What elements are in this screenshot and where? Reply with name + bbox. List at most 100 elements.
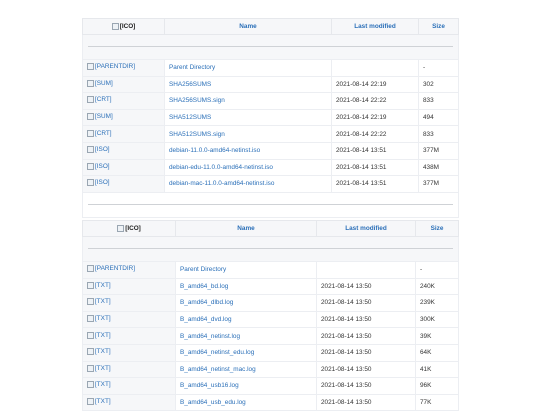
file-name-cell: B_amd64_usb_edu.log	[175, 393, 317, 411]
file-name-cell: Parent Directory	[175, 261, 317, 279]
file-row: [TXT] B_amd64_usb_edu.log 2021-08-14 13:50…	[82, 393, 459, 411]
parent-directory-link[interactable]: Parent Directory	[169, 64, 215, 71]
file-name-cell: B_amd64_netinst.log	[175, 327, 317, 345]
file-row: [TXT] B_amd64_usb16.log 2021-08-14 13:50 96…	[82, 377, 459, 395]
file-type-icon[interactable]: [PARENTDIR]	[87, 63, 136, 71]
file-name-link[interactable]: debian-11.0.0-amd64-netinst.iso	[169, 147, 260, 154]
icon-alt-text: [CRT]	[95, 96, 112, 104]
file-row: [TXT] B_amd64_netinst_edu.log 2021-08-14 1…	[82, 343, 459, 362]
parent-directory-link[interactable]: Parent Directory	[180, 266, 226, 273]
last-modified-cell: 2021-08-14 13:50	[316, 310, 416, 329]
file-name-link[interactable]: B_amd64_bd.log	[180, 283, 228, 290]
file-name-cell: debian-mac-11.0.0-amd64-netinst.iso	[164, 175, 332, 193]
file-name-link[interactable]: B_amd64_usb16.log	[180, 382, 239, 389]
sort-by-name-link[interactable]: Name	[175, 220, 317, 237]
sort-by-modified-link[interactable]: Last modified	[316, 220, 416, 237]
broken-image-icon	[87, 281, 94, 289]
separator-row	[82, 236, 459, 262]
file-name-link[interactable]: SHA512SUMS.sign	[169, 131, 225, 138]
file-type-icon[interactable]: [CRT]	[87, 129, 112, 137]
table-header-row: [ICO] Name Last modified Size	[82, 220, 459, 237]
broken-image-icon	[87, 79, 94, 87]
file-type-icon[interactable]: [TXT]	[87, 281, 111, 289]
broken-image-icon	[87, 113, 94, 121]
file-type-icon[interactable]: [ISO]	[87, 146, 110, 154]
file-row: [CRT] SHA512SUMS.sign 2021-08-14 22:22 833	[82, 125, 459, 143]
file-name-cell: SHA512SUMS	[164, 108, 332, 127]
separator-row	[82, 34, 459, 60]
file-name-cell: B_amd64_bd.log	[175, 277, 317, 296]
file-type-icon[interactable]: [TXT]	[87, 348, 111, 356]
file-type-icon[interactable]: [TXT]	[87, 331, 111, 339]
last-modified-cell: 2021-08-14 22:19	[331, 108, 419, 127]
icon-alt-text: [SUM]	[95, 113, 113, 121]
file-type-icon[interactable]: [TXT]	[87, 398, 111, 406]
horizontal-rule	[88, 248, 453, 249]
file-size-cell: 494	[418, 108, 459, 127]
file-size-cell: 302	[418, 75, 459, 94]
file-listing-table: [ICO] Name Last modified Size [PARENTDIR…	[82, 220, 459, 411]
last-modified-cell: 2021-08-14 13:50	[316, 343, 416, 362]
icon-column-header: [ICO]	[82, 18, 165, 35]
broken-image-icon	[87, 398, 94, 406]
file-type-icon[interactable]: [TXT]	[87, 315, 111, 323]
sort-by-name-link[interactable]: Name	[164, 18, 332, 35]
separator-row	[82, 191, 459, 218]
file-type-icon[interactable]: [ISO]	[87, 179, 110, 187]
icon-column-header: [ICO]	[82, 220, 176, 237]
file-name-link[interactable]: SHA256SUMS	[169, 81, 211, 88]
file-name-link[interactable]: debian-mac-11.0.0-amd64-netinst.iso	[169, 180, 274, 187]
file-type-icon[interactable]: [TXT]	[87, 364, 111, 372]
icon-alt-text: [PARENTDIR]	[95, 63, 136, 71]
file-icon-cell: [PARENTDIR]	[82, 59, 165, 77]
broken-image-icon	[87, 364, 94, 372]
file-name-cell: SHA256SUMS.sign	[164, 92, 332, 110]
icon-alt-text: [TXT]	[95, 348, 111, 356]
broken-image-icon	[87, 96, 94, 104]
file-name-link[interactable]: debian-edu-11.0.0-amd64-netinst.iso	[169, 164, 273, 171]
file-name-link[interactable]: B_amd64_dvd.log	[180, 316, 232, 323]
parent-directory-row: [PARENTDIR] Parent Directory -	[82, 59, 459, 77]
last-modified-cell: 2021-08-14 13:50	[316, 377, 416, 395]
file-type-icon[interactable]: [ISO]	[87, 162, 110, 170]
file-size-cell: 377M	[418, 175, 459, 193]
file-type-icon[interactable]: [SUM]	[87, 79, 113, 87]
file-row: [CRT] SHA256SUMS.sign 2021-08-14 22:22 833	[82, 92, 459, 110]
broken-image-icon	[87, 63, 94, 71]
file-size-cell: 833	[418, 125, 459, 143]
file-name-cell: debian-11.0.0-amd64-netinst.iso	[164, 141, 332, 160]
file-row: [ISO] debian-edu-11.0.0-amd64-netinst.iso…	[82, 158, 459, 177]
file-name-link[interactable]: B_amd64_netinst_edu.log	[180, 349, 254, 356]
icon-alt-text: [CRT]	[95, 129, 112, 137]
file-size-cell: 96K	[415, 377, 459, 395]
file-size-cell: -	[418, 59, 459, 77]
file-row: [SUM] SHA512SUMS 2021-08-14 22:19 494	[82, 108, 459, 127]
file-name-link[interactable]: SHA256SUMS.sign	[169, 97, 225, 104]
last-modified-cell: 2021-08-14 22:22	[331, 92, 419, 110]
file-size-cell: 239K	[415, 294, 459, 312]
file-name-link[interactable]: B_amd64_netinst.log	[180, 333, 240, 340]
file-type-icon[interactable]: [PARENTDIR]	[87, 265, 135, 273]
file-name-link[interactable]: B_amd64_netinst_mac.log	[180, 366, 256, 373]
file-name-link[interactable]: SHA512SUMS	[169, 114, 211, 121]
file-type-icon[interactable]: [TXT]	[87, 381, 111, 389]
file-icon-cell: [CRT]	[82, 125, 165, 143]
last-modified-cell: 2021-08-14 22:22	[331, 125, 419, 143]
file-type-icon[interactable]: [TXT]	[87, 298, 111, 306]
last-modified-cell: 2021-08-14 13:50	[316, 327, 416, 345]
file-type-icon[interactable]: [SUM]	[87, 113, 113, 121]
file-type-icon[interactable]: [CRT]	[87, 96, 112, 104]
file-row: [ISO] debian-11.0.0-amd64-netinst.iso 2021…	[82, 141, 459, 160]
file-icon-cell: [TXT]	[82, 377, 176, 395]
file-size-cell: -	[415, 261, 459, 279]
file-icon-cell: [TXT]	[82, 343, 176, 362]
sort-by-modified-link[interactable]: Last modified	[331, 18, 419, 35]
file-icon-cell: [ISO]	[82, 141, 165, 160]
sort-by-size-link[interactable]: Size	[418, 18, 459, 35]
file-size-cell: 438M	[418, 158, 459, 177]
icon-alt-text: [ISO]	[95, 146, 110, 154]
file-name-link[interactable]: B_amd64_dlbd.log	[180, 299, 233, 306]
broken-image-icon	[87, 129, 94, 137]
file-row: [SUM] SHA256SUMS 2021-08-14 22:19 302	[82, 75, 459, 94]
sort-by-size-link[interactable]: Size	[415, 220, 459, 237]
